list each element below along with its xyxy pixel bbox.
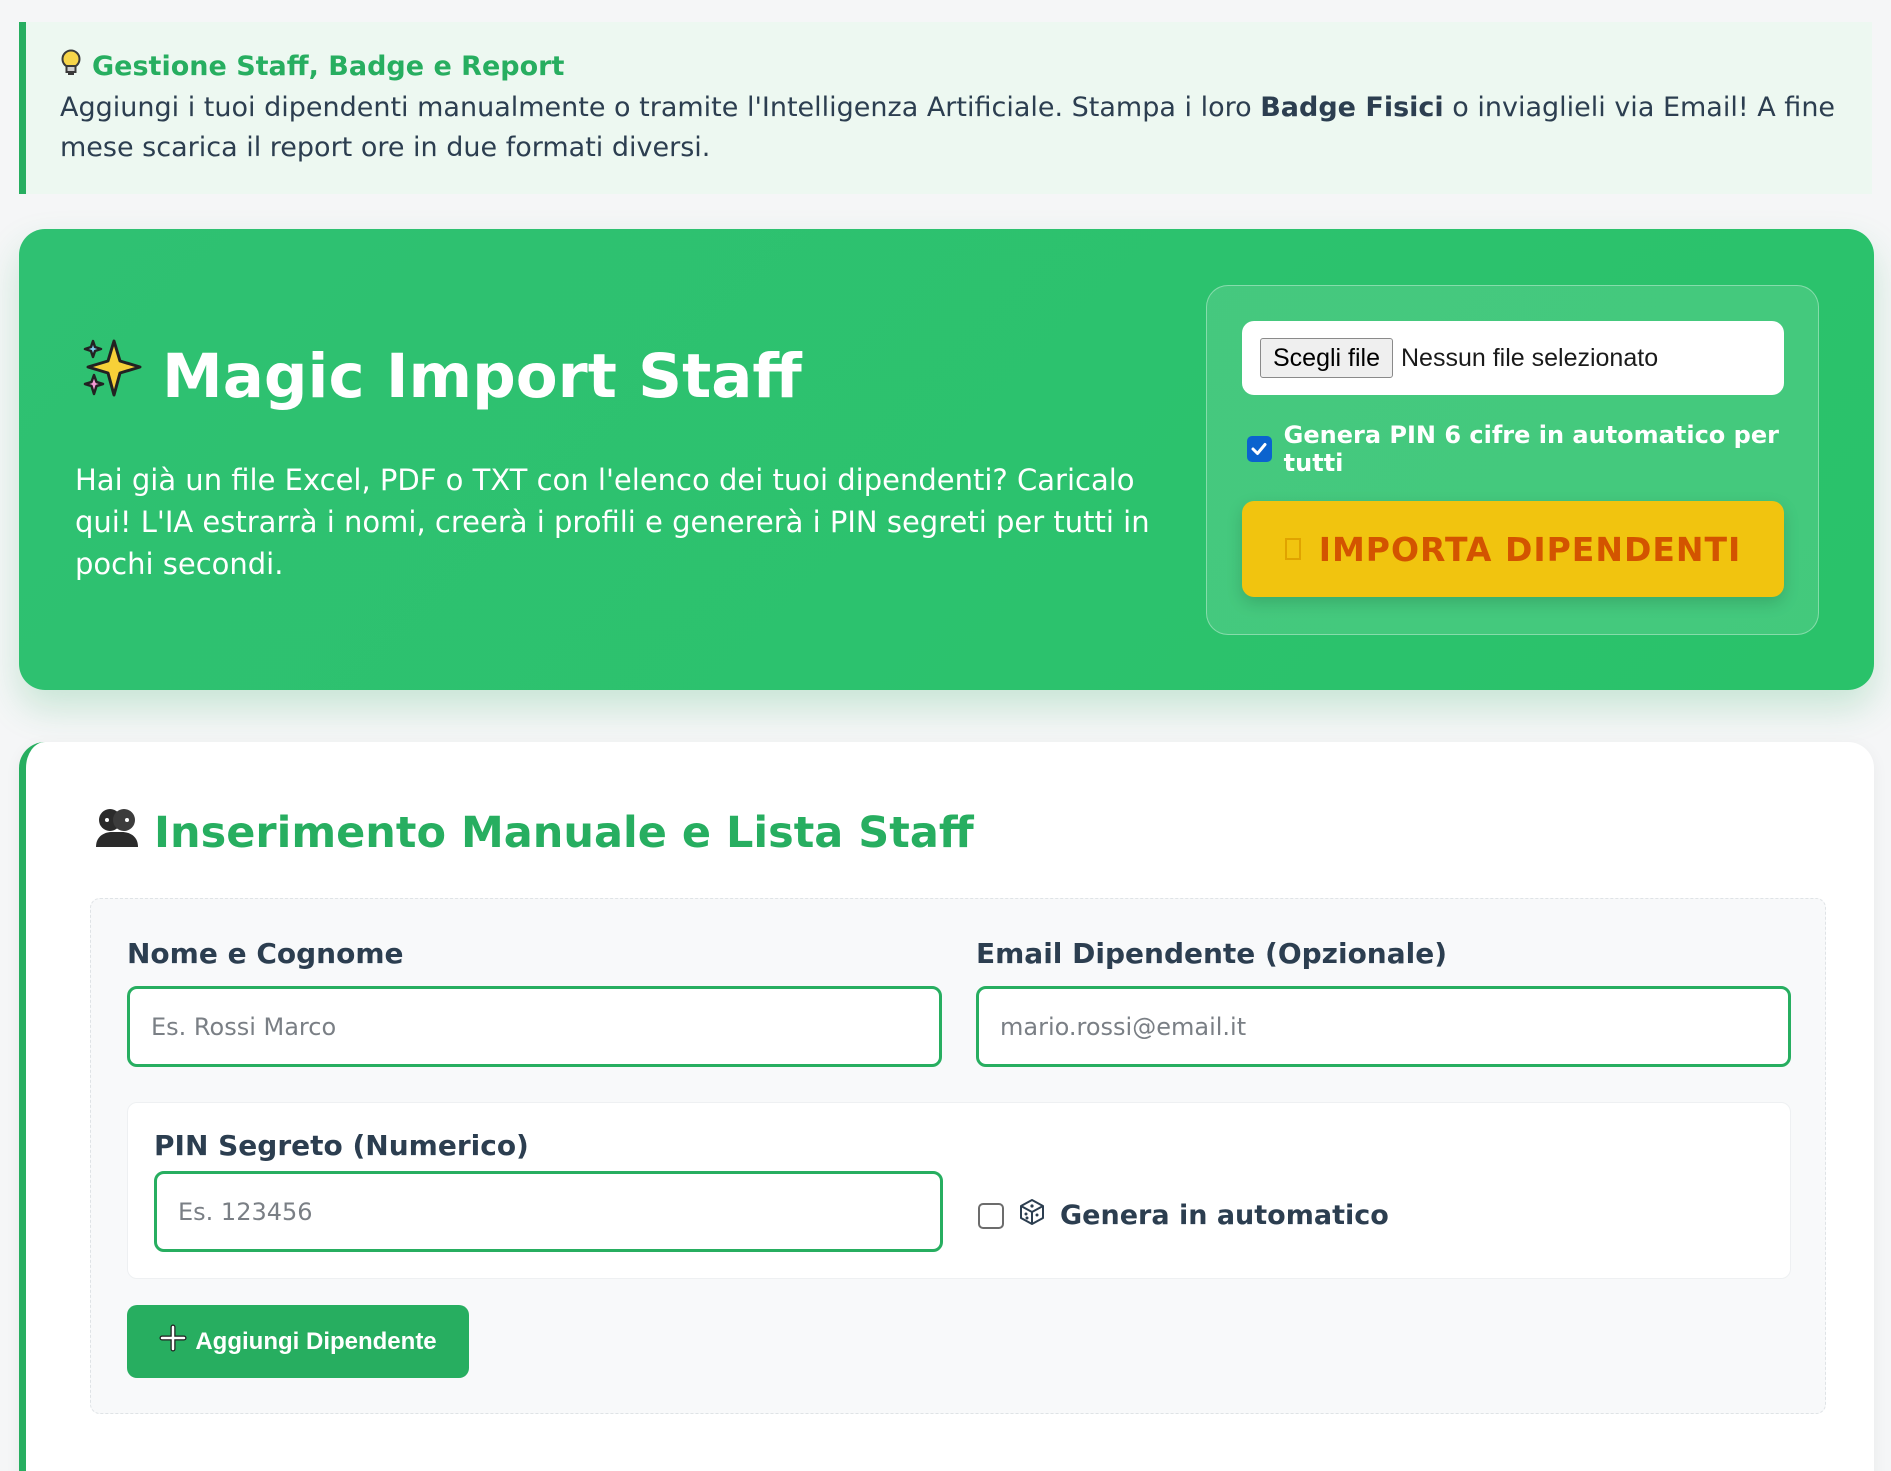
pin-section: PIN Segreto (Numerico) Genera in automat… bbox=[127, 1102, 1791, 1279]
info-text: Aggiungi i tuoi dipendenti manualmente o… bbox=[60, 88, 1840, 168]
manual-entry-title: Inserimento Manuale e Lista Staff bbox=[154, 807, 974, 858]
add-employee-button[interactable]: Aggiungi Dipendente bbox=[127, 1305, 469, 1378]
name-label: Nome e Cognome bbox=[127, 937, 404, 970]
info-text-part: Aggiungi i tuoi dipendenti manualmente o… bbox=[60, 92, 1261, 123]
auto-generate-pin-label: Genera in automatico bbox=[1060, 1200, 1389, 1231]
magic-import-card: Magic Import Staff Hai già un file Excel… bbox=[19, 229, 1874, 690]
magic-import-header: Magic Import Staff bbox=[80, 337, 802, 416]
file-status: Nessun file selezionato bbox=[1401, 343, 1659, 372]
auto-generate-pin-option[interactable]: Genera in automatico bbox=[978, 1198, 1389, 1233]
import-employees-button[interactable]: IMPORTA DIPENDENTI bbox=[1242, 501, 1784, 597]
info-box: Gestione Staff, Badge e Report Aggiungi … bbox=[19, 22, 1872, 194]
email-input[interactable] bbox=[976, 986, 1791, 1067]
plus-icon bbox=[159, 1324, 187, 1359]
name-input[interactable] bbox=[127, 986, 942, 1067]
import-icon bbox=[1284, 538, 1301, 560]
email-label: Email Dipendente (Opzionale) bbox=[976, 937, 1448, 970]
auto-pin-all-checkbox[interactable] bbox=[1247, 436, 1272, 462]
info-header: Gestione Staff, Badge e Report bbox=[60, 48, 1842, 84]
manual-entry-card: Inserimento Manuale e Lista Staff Nome e… bbox=[19, 742, 1874, 1471]
manual-entry-header: Inserimento Manuale e Lista Staff bbox=[94, 805, 974, 860]
info-text-bold: Badge Fisici bbox=[1260, 92, 1444, 123]
people-icon bbox=[94, 805, 140, 860]
file-input[interactable]: Scegli file Nessun file selezionato bbox=[1242, 321, 1784, 395]
auto-pin-all-label: Genera PIN 6 cifre in automatico per tut… bbox=[1283, 421, 1779, 477]
import-button-label: IMPORTA DIPENDENTI bbox=[1318, 529, 1742, 569]
magic-import-description: Hai già un file Excel, PDF o TXT con l'e… bbox=[75, 463, 1150, 581]
auto-generate-pin-checkbox[interactable] bbox=[978, 1202, 1004, 1229]
magic-import-title: Magic Import Staff bbox=[162, 341, 802, 412]
import-panel: Scegli file Nessun file selezionato Gene… bbox=[1206, 285, 1819, 635]
sparkles-icon bbox=[80, 337, 144, 416]
pin-label: PIN Segreto (Numerico) bbox=[154, 1129, 529, 1162]
employee-form: Nome e Cognome Email Dipendente (Opziona… bbox=[90, 898, 1826, 1414]
dice-icon bbox=[1018, 1198, 1046, 1233]
auto-pin-all-option[interactable]: Genera PIN 6 cifre in automatico per tut… bbox=[1247, 421, 1818, 477]
pin-input[interactable] bbox=[154, 1171, 943, 1252]
choose-file-button[interactable]: Scegli file bbox=[1260, 338, 1393, 378]
lightbulb-icon bbox=[60, 49, 82, 84]
info-title: Gestione Staff, Badge e Report bbox=[92, 50, 565, 82]
add-employee-label: Aggiungi Dipendente bbox=[195, 1327, 437, 1355]
